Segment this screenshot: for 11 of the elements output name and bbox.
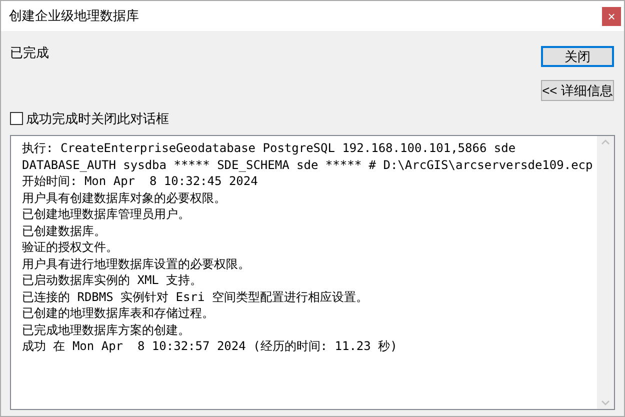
checkbox-label[interactable]: 成功完成时关闭此对话框 [26,108,169,128]
scroll-down-icon[interactable] [601,400,610,406]
scroll-up-icon[interactable] [601,139,610,145]
log-text: 执行: CreateEnterpriseGeodatabase PostgreSQL 192.168.100.101,5866 sde DATABASE_AUTH sysdba ***** SDE_SCHEMA sde ***** # D:\ArcGIS\arcserversde109.ecp 开始时间: Mon Apr 8 10:32:45 2024 用户具有创建数据库对象的必要权限。 已创建地理数据库管理员用户。 已创建数据库。 验证的授权文件。 用户具有进行地理数据库设置的必要权限。 已启动数据库实例的 XML 支持。 已连接的 RDBMS 实例针对 Esri 空间类型配置进行相应设置。 已创建的地理数据库表和存储过程。 已完成地理数据库方案的创建。 成功 在 Mon Apr 8 10:32:57 2024 (经历的时间: 11.23 秒) [21,140,594,355]
window-title: 创建企业级地理数据库 [9,7,139,26]
checkbox[interactable] [10,112,23,125]
close-button[interactable]: 关闭 [541,46,614,67]
status-text: 已完成 [10,44,50,62]
close-button[interactable]: × [602,6,621,26]
scrollbar[interactable] [597,136,614,409]
details-button[interactable]: << 详细信息 [541,80,614,101]
